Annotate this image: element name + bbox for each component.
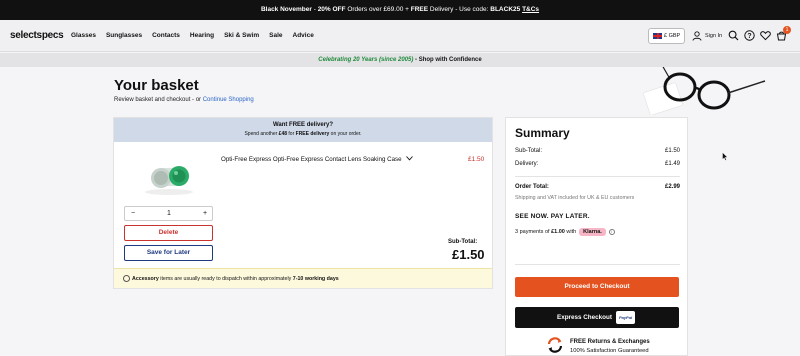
- product-name: Opti-Free Express Opti-Free Express Cont…: [221, 156, 402, 163]
- free-delivery-title: Want FREE delivery?: [272, 122, 334, 128]
- free-returns-title: FREE Returns & Exchanges: [570, 339, 650, 345]
- chevron-down-icon: [406, 156, 414, 161]
- cart-count-badge: 1: [783, 26, 791, 34]
- free-delivery-post: on your order.: [329, 131, 362, 137]
- proceed-to-checkout-button[interactable]: Proceed to Checkout: [515, 277, 679, 297]
- info-icon[interactable]: i: [608, 229, 615, 235]
- promo-event: Black November: [260, 6, 312, 13]
- express-checkout-button[interactable]: Express Checkout PayPal: [515, 307, 679, 328]
- klarna-badge: Klarna.: [579, 228, 606, 236]
- uk-flag-icon: [653, 33, 662, 39]
- nav-item-glasses[interactable]: Glasses: [71, 32, 96, 39]
- express-checkout-label: Express Checkout: [557, 314, 612, 321]
- promo-code: BLACK25: [490, 6, 521, 13]
- lens-case-image: [145, 166, 193, 195]
- basket-card: Want FREE delivery? Spend another £48 fo…: [113, 117, 493, 289]
- summary-subtotal-row: Sub-Total: £1.50: [515, 148, 680, 154]
- svg-text:?: ?: [747, 33, 751, 40]
- free-delivery-bold: FREE delivery: [295, 131, 330, 137]
- free-delivery-mid: for: [287, 131, 296, 137]
- currency-selector[interactable]: £ GBP: [648, 28, 685, 44]
- order-total-value: £2.99: [664, 184, 680, 190]
- free-delivery-pre: Spend another: [244, 131, 279, 137]
- product-name-dropdown[interactable]: Opti-Free Express Opti-Free Express Cont…: [221, 156, 414, 163]
- order-total-row: Order Total: £2.99: [515, 184, 680, 190]
- promo-orders-text: Orders over £69.00: [347, 6, 404, 13]
- currency-label: £ GBP: [664, 33, 681, 39]
- qty-plus-button[interactable]: +: [203, 210, 207, 217]
- tcs-link[interactable]: T&Cs: [522, 6, 539, 13]
- returns-icon: [546, 336, 564, 354]
- info-circle-icon: [123, 275, 130, 282]
- klarna-pre: 3 payments of: [515, 229, 550, 235]
- celebration-bar: Celebrating 20 Years (since 2005) - Shop…: [0, 53, 800, 67]
- notice-days: 7-10 working days: [292, 276, 339, 282]
- klarna-line: 3 payments of £1.00 with Klarna. i: [515, 228, 615, 236]
- dispatch-notice: Accessory items are usually ready to dis…: [114, 268, 492, 288]
- summary-delivery-value: £1.49: [664, 161, 680, 167]
- paypal-logo-icon: PayPal: [616, 311, 635, 324]
- continue-shopping-link[interactable]: Continue Shopping: [203, 97, 254, 103]
- summary-subtotal-label: Sub-Total:: [515, 148, 543, 154]
- free-delivery-text: Spend another £48 for FREE delivery on y…: [114, 131, 492, 137]
- subtitle-text: Review basket and checkout - or: [114, 97, 202, 103]
- site-logo[interactable]: selectspecs: [10, 30, 64, 41]
- nav-item-contacts[interactable]: Contacts: [152, 32, 180, 39]
- order-total-label: Order Total:: [515, 184, 549, 190]
- page-subtitle: Review basket and checkout - or Continue…: [114, 97, 254, 103]
- nav-item-sunglasses[interactable]: Sunglasses: [106, 32, 142, 39]
- summary-delivery-label: Delivery:: [515, 161, 539, 167]
- free-delivery-amount: £48: [278, 131, 288, 137]
- promo-offer: 20% OFF: [317, 6, 346, 13]
- delete-button[interactable]: Delete: [124, 225, 213, 241]
- nav-item-sale[interactable]: Sale: [269, 32, 282, 39]
- sign-in-label: Sign In: [705, 33, 723, 39]
- user-icon: [692, 31, 702, 41]
- see-now-pay-later: SEE NOW. PAY LATER.: [515, 213, 590, 220]
- satisfaction-guarantee: 100% Satisfaction Guaranteed: [570, 348, 649, 354]
- notice-text: items are usually ready to dispatch with…: [158, 276, 293, 282]
- summary-delivery-row: Delivery: £1.49: [515, 161, 680, 167]
- quantity-stepper: − 1 +: [124, 206, 213, 221]
- shipping-note: Shipping and VAT included for UK & EU cu…: [515, 195, 635, 201]
- free-delivery-banner: Want FREE delivery? Spend another £48 fo…: [114, 118, 492, 142]
- top-promo-bar: Black November - 20% OFF Orders over £69…: [0, 0, 800, 20]
- summary-divider: [515, 176, 680, 177]
- search-icon[interactable]: [728, 30, 739, 41]
- main-nav: selectspecs Glasses Sunglasses Contacts …: [0, 20, 800, 52]
- qty-value[interactable]: 1: [167, 210, 171, 217]
- summary-subtotal-value: £1.50: [664, 148, 680, 154]
- page-title: Your basket: [114, 77, 199, 94]
- checkout-divider: [515, 264, 680, 265]
- klarna-amount: £1.00: [551, 229, 565, 235]
- shop-confidence-text: - Shop with Confidence: [413, 57, 482, 63]
- sign-in-link[interactable]: Sign In: [692, 31, 722, 41]
- help-icon[interactable]: ?: [744, 30, 755, 41]
- nav-item-ski-swim[interactable]: Ski & Swim: [224, 32, 259, 39]
- subtotal-value: £1.50: [452, 247, 485, 262]
- save-for-later-button[interactable]: Save for Later: [124, 245, 213, 261]
- qty-minus-button[interactable]: −: [131, 210, 135, 217]
- subtotal-label: Sub-Total:: [448, 239, 478, 245]
- promo-use-code: - Use code:: [455, 6, 489, 13]
- nav-item-hearing[interactable]: Hearing: [190, 32, 214, 39]
- nav-menu: Glasses Sunglasses Contacts Hearing Ski …: [71, 32, 324, 39]
- summary-card: Summary Sub-Total: £1.50 Delivery: £1.49…: [505, 117, 688, 356]
- summary-title: Summary: [515, 126, 570, 140]
- product-price: £1.50: [468, 156, 485, 163]
- promo-free: FREE: [410, 6, 429, 13]
- glasses-hero-image: [640, 67, 800, 115]
- notice-bold: Accessory: [132, 276, 159, 282]
- promo-delivery: Delivery: [429, 6, 454, 13]
- celebration-text: Celebrating 20 Years (since 2005): [318, 57, 414, 63]
- klarna-with: with: [566, 229, 577, 235]
- mouse-cursor-icon: [722, 152, 728, 161]
- nav-item-advice[interactable]: Advice: [293, 32, 314, 39]
- heart-icon[interactable]: [760, 30, 771, 41]
